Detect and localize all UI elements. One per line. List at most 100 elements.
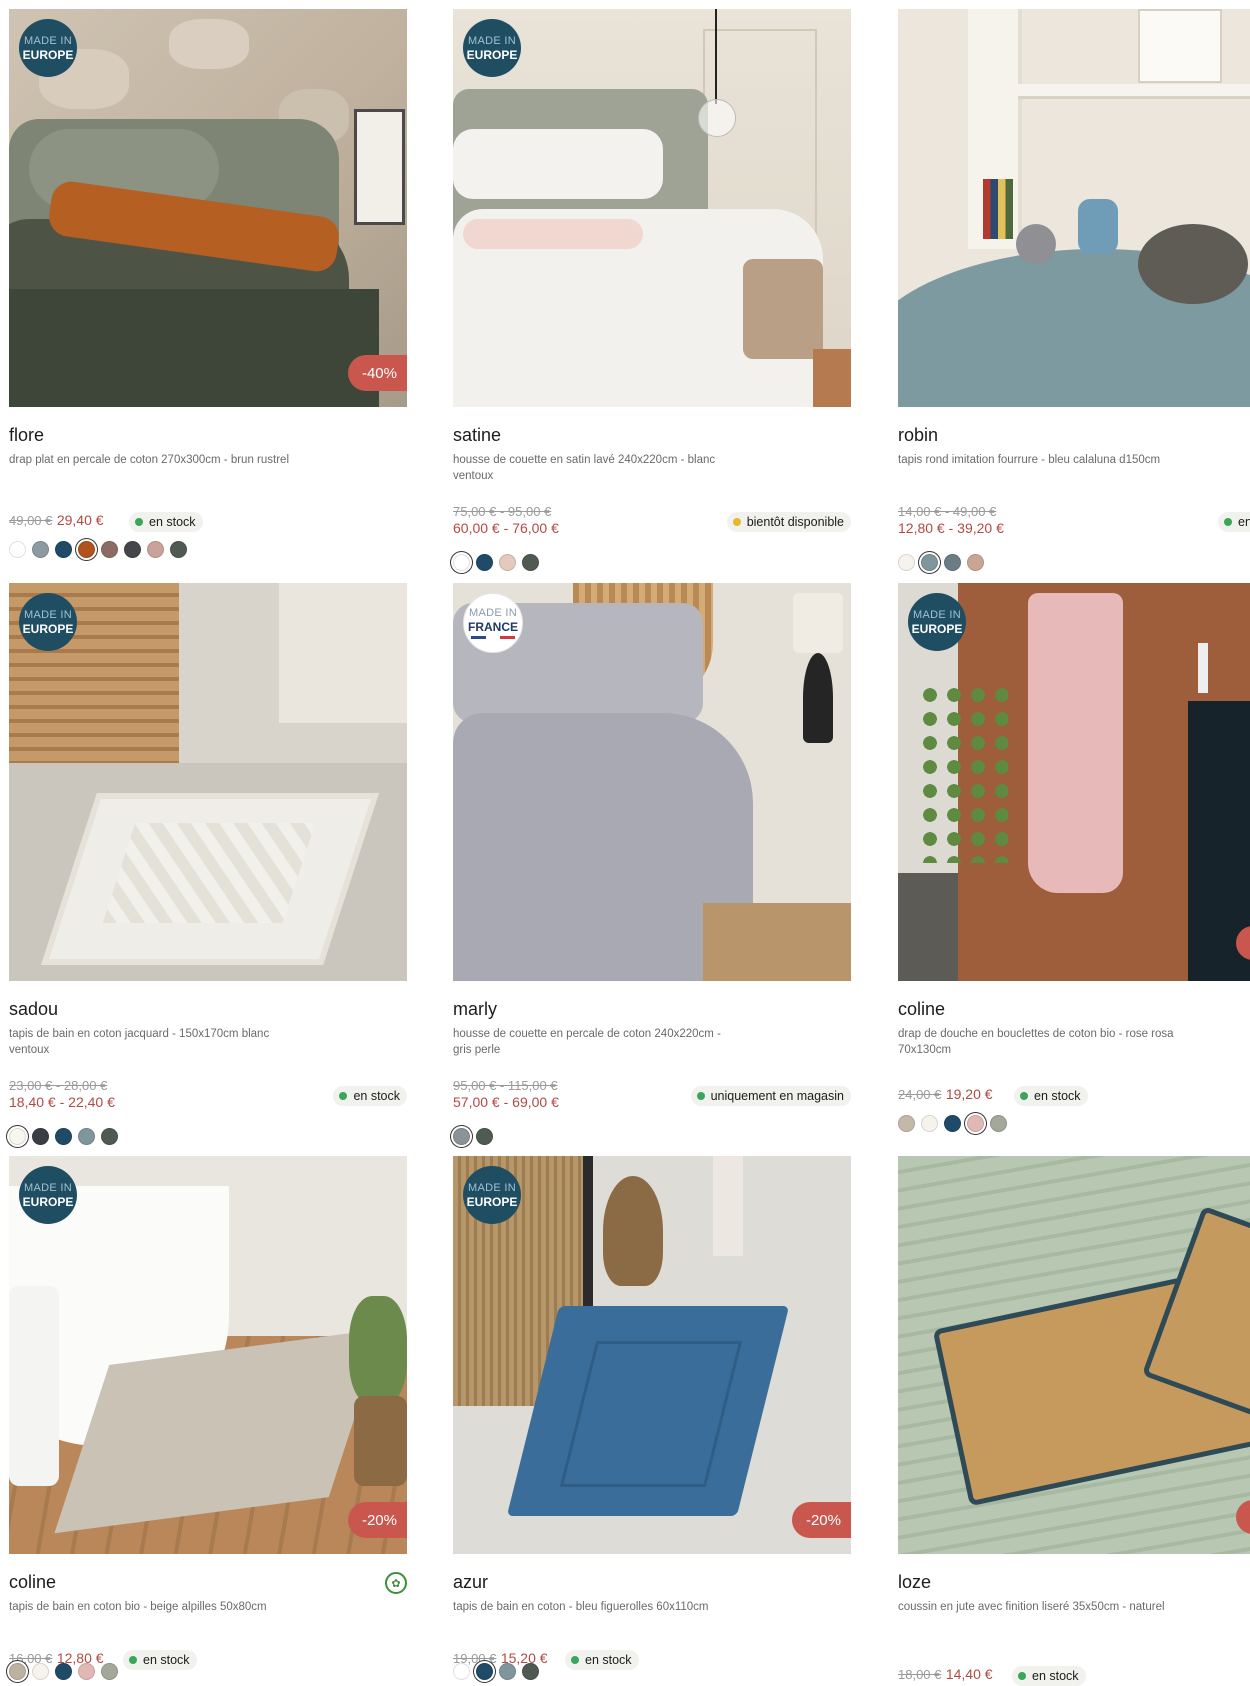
swatch[interactable]	[967, 554, 984, 571]
swatch[interactable]	[147, 541, 164, 558]
swatch[interactable]	[476, 554, 493, 571]
swatch[interactable]	[101, 541, 118, 558]
swatch-selected[interactable]	[9, 1128, 26, 1145]
swatch[interactable]	[101, 1663, 118, 1680]
product-name[interactable]: coline	[898, 999, 945, 1020]
swatch-selected[interactable]	[921, 554, 938, 571]
old-price: 14,00 € - 49,00 €	[898, 504, 997, 519]
color-swatches	[9, 1663, 124, 1680]
product-name[interactable]: loze	[898, 1572, 931, 1593]
new-price: 60,00 € - 76,00 €	[453, 520, 559, 536]
swatch[interactable]	[78, 1128, 95, 1145]
product-description[interactable]: drap de douche en bouclettes de coton bi…	[898, 1026, 1178, 1058]
product-card-coline-bathmat[interactable]: MADE IN EUROPE -20% coline ✿ 16,00 € 12,8…	[9, 1156, 407, 1680]
product-name[interactable]: robin	[898, 425, 938, 446]
old-price: 23,00 € - 28,00 €	[9, 1078, 108, 1093]
swatch[interactable]	[55, 1663, 72, 1680]
product-name[interactable]: coline	[9, 1572, 56, 1593]
status-dot	[696, 1092, 705, 1100]
swatch[interactable]	[101, 1128, 118, 1145]
product-description[interactable]: housse de couette en percale de coton 24…	[453, 1026, 733, 1058]
product-image[interactable]: MADE IN EUROPE -20%	[9, 1156, 407, 1554]
swatch[interactable]	[32, 1128, 49, 1145]
product-image[interactable]: MADE IN EUROPE	[9, 583, 407, 981]
swatch[interactable]	[499, 554, 516, 571]
discount-badge: -40%	[347, 355, 407, 391]
swatch[interactable]	[522, 1663, 539, 1680]
swatch[interactable]	[55, 541, 72, 558]
product-image[interactable]	[898, 9, 1250, 407]
stock-status: en stock	[1014, 1086, 1088, 1106]
old-price: 18,00 €	[898, 1667, 942, 1682]
new-price: 29,40 €	[56, 512, 104, 528]
product-name[interactable]: flore	[9, 425, 44, 446]
product-image[interactable]: MADE IN EUROPE -20%	[453, 1156, 851, 1554]
product-image[interactable]: MADE IN EUROPE -40%	[9, 9, 407, 407]
swatch[interactable]	[453, 1663, 470, 1680]
swatch[interactable]	[9, 541, 26, 558]
discount-badge: -20%	[791, 1502, 851, 1538]
made-in-france-badge: MADE IN FRANCE	[463, 593, 523, 653]
product-description[interactable]: tapis de bain en coton - bleu figuerolle…	[453, 1599, 733, 1615]
swatch[interactable]	[944, 554, 961, 571]
swatch[interactable]	[124, 541, 141, 558]
made-in-europe-badge: MADE IN EUROPE	[19, 593, 77, 651]
new-price: 19,20 €	[945, 1086, 993, 1102]
product-card-satine[interactable]: MADE IN EUROPE satine housse de couette e…	[453, 9, 851, 571]
product-card-robin[interactable]: robin tapis rond imitation fourrure - bl…	[898, 9, 1250, 571]
product-description[interactable]: housse de couette en satin lavé 240x220c…	[453, 452, 733, 484]
swatch[interactable]	[476, 1128, 493, 1145]
old-price: 24,00 €	[898, 1087, 942, 1102]
swatch[interactable]	[55, 1128, 72, 1145]
swatch[interactable]	[990, 1115, 1007, 1132]
status-dot	[1020, 1092, 1028, 1100]
swatch[interactable]	[944, 1115, 961, 1132]
swatch[interactable]	[499, 1663, 516, 1680]
swatch[interactable]	[170, 541, 187, 558]
product-card-flore[interactable]: MADE IN EUROPE -40% flore drap plat en pe…	[9, 9, 407, 558]
swatch[interactable]	[32, 541, 49, 558]
new-price: 18,40 € - 22,40 €	[9, 1094, 115, 1110]
status-dot	[732, 518, 741, 526]
swatch[interactable]	[32, 1663, 49, 1680]
product-card-coline-towel[interactable]: MADE IN EUROPE coline drap de douche en b…	[898, 583, 1250, 1132]
stock-status: en stock	[123, 1650, 197, 1670]
product-name[interactable]: azur	[453, 1572, 488, 1593]
product-name[interactable]: satine	[453, 425, 501, 446]
stock-status: en stock	[129, 512, 203, 532]
price: 18,00 € 14,40 €	[898, 1666, 993, 1684]
product-name[interactable]: marly	[453, 999, 497, 1020]
swatch-selected[interactable]	[453, 1128, 470, 1145]
price: 49,00 € 29,40 €	[9, 512, 104, 530]
product-description[interactable]: tapis rond imitation fourrure - bleu cal…	[898, 452, 1178, 468]
product-card-loze[interactable]: loze coussin en jute avec finition liser…	[898, 1156, 1250, 1686]
stock-status: uniquement en magasin	[690, 1086, 851, 1106]
swatch-selected[interactable]	[78, 541, 95, 558]
swatch[interactable]	[898, 554, 915, 571]
color-swatches	[9, 1128, 124, 1145]
swatch-selected[interactable]	[453, 554, 470, 571]
product-card-marly[interactable]: MADE IN FRANCE marly housse de couette en…	[453, 583, 851, 1145]
swatch-selected[interactable]	[967, 1115, 984, 1132]
color-swatches	[453, 1128, 499, 1145]
made-in-europe-badge: MADE IN EUROPE	[19, 19, 77, 77]
product-card-sadou[interactable]: MADE IN EUROPE sadou tapis de bain en cot…	[9, 583, 407, 1145]
swatch[interactable]	[921, 1115, 938, 1132]
swatch-selected[interactable]	[9, 1663, 26, 1680]
swatch[interactable]	[78, 1663, 95, 1680]
made-in-europe-badge: MADE IN EUROPE	[908, 593, 966, 651]
made-in-europe-badge: MADE IN EUROPE	[463, 1166, 521, 1224]
swatch-selected[interactable]	[476, 1663, 493, 1680]
swatch[interactable]	[522, 554, 539, 571]
product-description[interactable]: drap plat en percale de coton 270x300cm …	[9, 452, 289, 468]
product-card-azur[interactable]: MADE IN EUROPE -20% azur tapis de bain en…	[453, 1156, 851, 1680]
product-name[interactable]: sadou	[9, 999, 58, 1020]
product-image[interactable]	[898, 1156, 1250, 1554]
product-image[interactable]: MADE IN EUROPE	[898, 583, 1250, 981]
product-description[interactable]: tapis de bain en coton bio - beige alpil…	[9, 1599, 289, 1615]
product-description[interactable]: coussin en jute avec finition liseré 35x…	[898, 1599, 1178, 1615]
product-image[interactable]: MADE IN EUROPE	[453, 9, 851, 407]
product-description[interactable]: tapis de bain en coton jacquard - 150x17…	[9, 1026, 289, 1058]
swatch[interactable]	[898, 1115, 915, 1132]
product-image[interactable]: MADE IN FRANCE	[453, 583, 851, 981]
